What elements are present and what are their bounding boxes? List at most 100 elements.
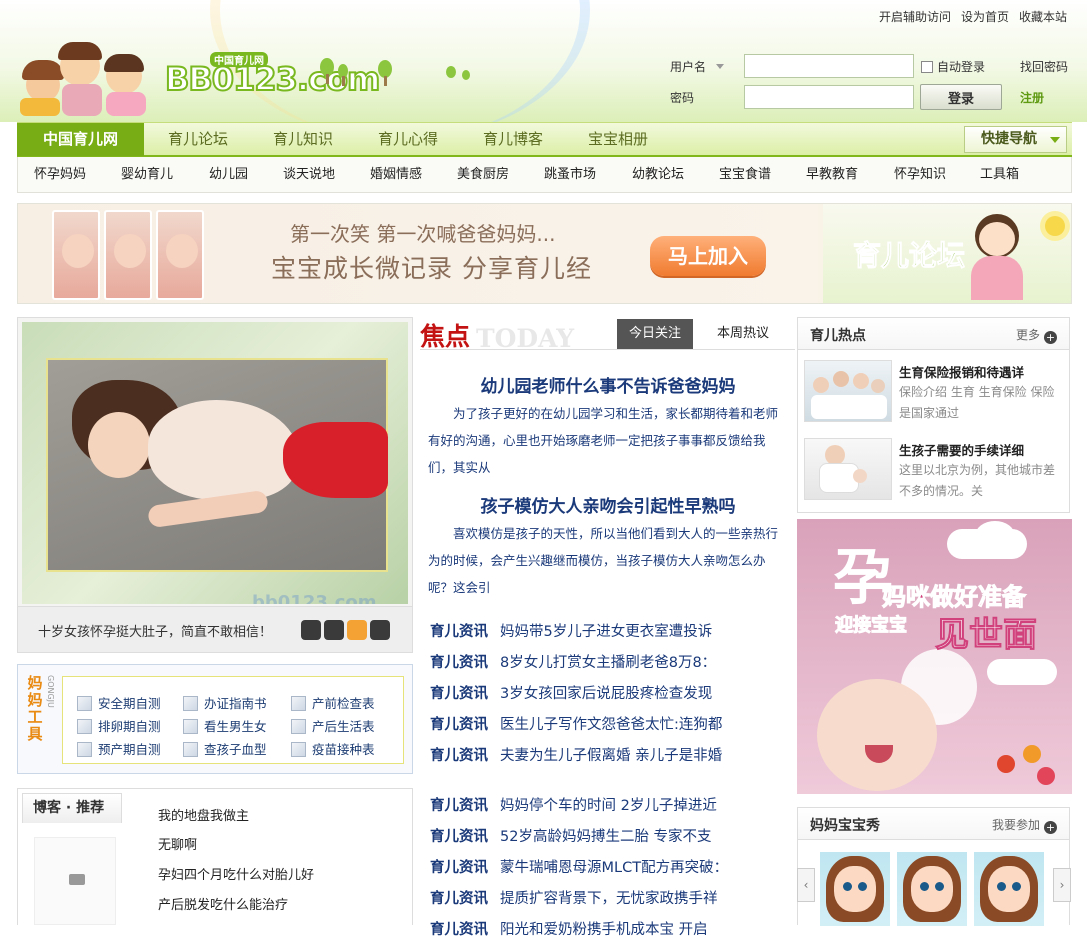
nav-item-experience[interactable]: 育儿心得 [362,123,454,156]
focus-tabs: 今日关注 本周热议 [617,319,795,349]
news-item[interactable]: 育儿资讯 妈妈带5岁儿子进女更衣室遭投诉 [430,620,712,641]
news-item[interactable]: 育儿资讯 52岁高龄妈妈搏生二胎 专家不支 [430,825,712,846]
bookmark-link[interactable]: 收藏本站 [1019,8,1067,25]
headline-link[interactable]: 孩子模仿大人亲吻会引起性早熟吗 [428,492,788,517]
subnav-item[interactable]: 幼教论坛 [632,157,684,193]
flower-icon [1045,216,1065,236]
news-item[interactable]: 育儿资讯 提质扩容背景下，无忧家政携手祥 [430,887,718,908]
tool-link[interactable]: 产后生活表 [291,716,375,735]
news-item[interactable]: 育儿资讯 妈妈停个车的时间 2岁儿子掉进近 [430,794,717,815]
auto-login-checkbox[interactable]: 自动登录 [921,58,985,75]
site-logo[interactable]: BB0123.com [164,59,381,99]
nav-item-forum[interactable]: 育儿论坛 [152,123,244,156]
nav-item-knowledge[interactable]: 育儿知识 [257,123,349,156]
tool-icon [183,742,198,757]
tab-week[interactable]: 本周热议 [703,319,783,349]
pregnancy-ad[interactable]: 孕 妈咪做好准备 迎接宝宝 见世面 [797,519,1072,794]
hot-thumbnail[interactable] [804,360,892,422]
tool-icon [291,696,306,711]
flower-icon [1023,745,1041,763]
forgot-password-link[interactable]: 找回密码 [1020,58,1068,75]
news-item[interactable]: 育儿资讯 夫妻为生儿子假离婚 亲儿子是非婚 [430,744,722,765]
subnav-item[interactable]: 谈天说地 [283,157,335,193]
news-item[interactable]: 育儿资讯 8岁女儿打赏女主播刷老爸8万8： [430,651,716,672]
headline-link[interactable]: 幼儿园老师什么事不告诉爸爸妈妈 [428,372,788,397]
tool-link[interactable]: 办证指南书 [183,693,267,712]
join-button[interactable]: 马上加入 [650,236,766,276]
nav-item-home[interactable]: 中国育儿网 [17,123,144,156]
tool-icon [183,696,198,711]
arrow-right-icon[interactable]: › [1053,868,1071,902]
news-item[interactable]: 育儿资讯 3岁女孩回家后说屁股疼检查发现 [430,682,712,703]
tool-link[interactable]: 查孩子血型 [183,739,267,758]
subnav-item[interactable]: 宝宝食谱 [719,157,771,193]
subnav-item[interactable]: 美食厨房 [457,157,509,193]
username-input[interactable] [744,54,914,78]
hot-thumbnail[interactable] [804,438,892,500]
baby-photo [156,210,204,300]
slide-image[interactable]: bb0123.com [22,322,408,604]
tool-link[interactable]: 排卵期自测 [77,716,161,735]
blog-link[interactable]: 无聊啊 [158,834,197,853]
password-input[interactable] [744,85,914,109]
baby-photo [52,210,100,300]
login-button[interactable]: 登录 [920,84,1002,110]
news-item[interactable]: 育儿资讯 医生儿子写作文怨爸爸太忙:连狗都 [430,713,722,734]
show-title: 妈妈宝宝秀 [810,818,880,834]
join-link[interactable]: 我要参加 + [992,816,1057,834]
show-avatar[interactable] [897,852,967,926]
blog-link[interactable]: 孕妇四个月吃什么对胎儿好 [158,864,314,883]
more-link[interactable]: 更多 + [1016,326,1057,344]
plus-icon: + [1044,821,1057,834]
tool-link[interactable]: 安全期自测 [77,693,161,712]
arrow-left-icon[interactable]: ‹ [797,868,815,902]
subnav-item[interactable]: 幼儿园 [209,157,248,193]
tool-link[interactable]: 预产期自测 [77,739,161,758]
tool-link[interactable]: 产前检查表 [291,693,375,712]
slide-pager [301,620,390,640]
register-link[interactable]: 注册 [1020,89,1044,106]
divider [420,349,795,350]
girl-dress [971,256,1023,300]
caret-down-icon[interactable] [715,64,724,69]
tool-link[interactable]: 疫苗接种表 [291,739,375,758]
news-item[interactable]: 育儿资讯 阳光和爱奶粉携手机成本宝 开启 [430,918,708,939]
blog-link[interactable]: 产后脱发吃什么能治疗 [158,894,288,913]
nav-item-album[interactable]: 宝宝相册 [572,123,664,156]
hot-header: 育儿热点 更多 + [798,318,1069,350]
blog-recommend: 博客 · 推荐 我的地盘我做主 无聊啊 孕妇四个月吃什么对胎儿好 产后脱发吃什么… [17,788,413,925]
ad-banner[interactable]: 第一次笑 第一次喊爸爸妈妈... 宝宝成长微记录 分享育儿经 马上加入 育儿论坛 [17,203,1072,304]
hot-item-title[interactable]: 生育保险报销和待遇详 [899,362,1024,381]
news-item[interactable]: 育儿资讯 蒙牛瑞哺恩母源MLCT配方再突破： [430,856,728,877]
checkbox-icon[interactable] [921,61,933,73]
subnav-item[interactable]: 跳蚤市场 [544,157,596,193]
slide-dot-active[interactable] [347,620,367,640]
nav-item-blog[interactable]: 育儿博客 [467,123,559,156]
forum-ad[interactable]: 育儿论坛 [823,204,1071,303]
subnav-item[interactable]: 工具箱 [980,157,1019,193]
subnav-item[interactable]: 婴幼育儿 [121,157,173,193]
set-homepage-link[interactable]: 设为首页 [961,8,1009,25]
flower-icon [997,755,1015,773]
subnav-item[interactable]: 婚姻情感 [370,157,422,193]
tool-link[interactable]: 看生男生女 [183,716,267,735]
subnav-item[interactable]: 怀孕妈妈 [34,157,86,193]
flower-icon [1037,767,1055,785]
hot-item-title[interactable]: 生孩子需要的手续详细 [899,440,1024,459]
slide-photo [46,358,388,572]
subnav-item[interactable]: 怀孕知识 [894,157,946,193]
accessibility-link[interactable]: 开启辅助访问 [879,8,951,25]
chevron-down-icon [1050,137,1060,143]
tools-en-label: GONGJU [46,675,55,708]
show-avatar[interactable] [820,852,890,926]
avatar[interactable] [34,837,116,925]
quick-nav-dropdown[interactable]: 快捷导航 [964,126,1067,153]
slide-dot[interactable] [370,620,390,640]
show-avatar[interactable] [974,852,1044,926]
subnav-item[interactable]: 早教教育 [806,157,858,193]
slide-dot[interactable] [301,620,321,640]
blog-link[interactable]: 我的地盘我做主 [158,805,249,824]
slide-caption[interactable]: 十岁女孩怀孕挺大肚子，简直不敢相信！ [38,621,272,640]
slide-dot[interactable] [324,620,344,640]
tab-today[interactable]: 今日关注 [617,319,693,349]
